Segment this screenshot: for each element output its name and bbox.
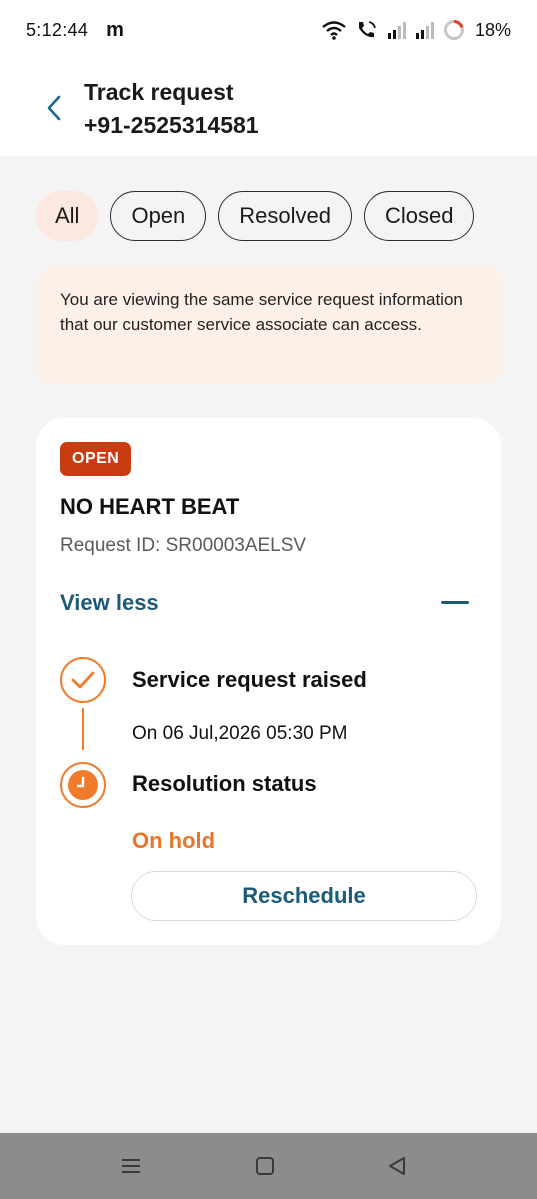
request-title: NO HEART BEAT — [60, 494, 240, 519]
signal-icon — [387, 22, 406, 39]
status-badge: OPEN — [60, 442, 132, 476]
filter-chip-closed[interactable]: Closed — [364, 191, 475, 241]
filter-chip-open[interactable]: Open — [110, 191, 207, 241]
nav-home-button[interactable] — [252, 1153, 278, 1179]
system-nav-bar — [0, 1133, 537, 1199]
page-title-phone: +91-2525314581 — [84, 112, 259, 138]
timeline-step-title: Service request raised — [132, 667, 367, 692]
wifi-icon — [322, 21, 346, 40]
filter-chip-resolved[interactable]: Resolved — [218, 191, 352, 241]
timeline-step-date: On 06 Jul,2026 05:30 PM — [132, 723, 348, 744]
filter-chips: All Open Resolved Closed — [36, 191, 475, 241]
nav-menu-button[interactable] — [118, 1153, 144, 1179]
back-triangle-icon — [389, 1157, 405, 1175]
chevron-left-icon — [47, 95, 61, 121]
minus-icon — [441, 600, 469, 604]
clock-circle-icon — [60, 762, 106, 808]
timeline-step-title: Resolution status — [132, 771, 317, 796]
status-bar: 5:12:44 m 18% — [0, 0, 537, 60]
back-button[interactable] — [34, 88, 74, 128]
filter-chip-all[interactable]: All — [36, 191, 99, 241]
status-time: 5:12:44 — [26, 19, 89, 40]
view-less-link[interactable]: View less — [60, 590, 159, 616]
request-id: Request ID: SR00003AELSV — [60, 535, 307, 556]
wifi-calling-icon — [358, 21, 376, 38]
nav-back-button[interactable] — [384, 1153, 410, 1179]
reschedule-button[interactable]: Reschedule — [131, 871, 477, 921]
page-title: Track request +91-2525314581 — [84, 76, 259, 142]
timeline-connector — [82, 708, 84, 750]
battery-level: 18% — [474, 19, 511, 40]
menu-icon — [122, 1159, 140, 1173]
info-notice: You are viewing the same service request… — [36, 266, 501, 384]
resolution-status: On hold — [132, 828, 216, 853]
page-title-line1: Track request — [84, 79, 234, 105]
home-square-icon — [256, 1157, 274, 1175]
status-icons: 18% — [321, 19, 511, 41]
check-circle-icon — [60, 657, 106, 703]
request-card: OPEN NO HEART BEAT Request ID: SR00003AE… — [36, 418, 501, 945]
signal-icon — [415, 22, 434, 39]
carrier-logo: m — [106, 18, 124, 41]
battery-icon — [443, 20, 464, 40]
collapse-button[interactable] — [438, 588, 472, 616]
app-header: Track request +91-2525314581 — [0, 60, 537, 156]
